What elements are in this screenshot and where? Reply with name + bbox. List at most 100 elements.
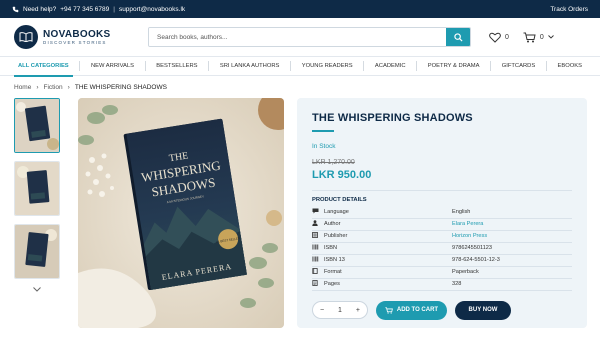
phone-icon <box>12 6 19 12</box>
category-nav: ALL CATEGORIES NEW ARRIVALS BESTSELLERS … <box>0 56 600 77</box>
language-icon <box>312 208 319 214</box>
nav-young-readers[interactable]: YOUNG READERS <box>298 56 357 76</box>
header: NOVABOOKS DISCOVER STORIES 0 0 <box>0 18 600 56</box>
detail-label-isbn: ISBN <box>324 242 452 255</box>
plus-icon[interactable]: + <box>356 307 360 314</box>
product-title: THE WHISPERING SHADOWS <box>312 112 473 124</box>
add-to-cart-label: ADD TO CART <box>396 307 439 313</box>
stock-status: In Stock <box>312 143 336 150</box>
chevron-down-icon[interactable] <box>14 285 60 294</box>
divider <box>363 61 365 71</box>
table-row: Language English <box>312 206 572 219</box>
open-book-icon <box>14 25 38 49</box>
nav-poetry-drama[interactable]: POETRY & DRAMA <box>424 56 484 76</box>
detail-label-pages: Pages <box>324 278 452 291</box>
divider <box>312 190 572 191</box>
detail-label-language: Language <box>324 206 452 219</box>
divider <box>144 61 146 71</box>
product-section: THE WHISPERING SHADOWS A MYSTERIOUS JOUR… <box>0 98 600 328</box>
logo[interactable]: NOVABOOKS DISCOVER STORIES <box>14 25 134 49</box>
book-icon <box>312 268 318 274</box>
quantity-value[interactable]: 1 <box>338 307 342 314</box>
divider: | <box>113 5 115 13</box>
buy-now-button[interactable]: BUY NOW <box>455 300 511 320</box>
sale-price: LKR 950.00 <box>312 169 372 181</box>
search-input[interactable] <box>149 28 446 46</box>
support-email[interactable]: support@novabooks.lk <box>119 6 185 13</box>
thumbnail-1[interactable] <box>14 98 60 153</box>
nav-academic[interactable]: ACADEMIC <box>371 56 410 76</box>
nav-all-categories[interactable]: ALL CATEGORIES <box>14 56 73 77</box>
cart-icon <box>385 306 393 314</box>
breadcrumb-fiction[interactable]: Fiction <box>44 84 63 91</box>
table-row: Publisher Horizon Press <box>312 230 572 243</box>
track-orders-link[interactable]: Track Orders <box>550 6 588 13</box>
cart-icon <box>523 32 536 42</box>
chevron-right-icon: › <box>36 83 39 91</box>
divider <box>490 61 492 71</box>
top-bar: Need help? +94 77 345 6789 | support@nov… <box>0 0 600 18</box>
divider <box>79 61 81 71</box>
user-icon <box>312 220 318 226</box>
detail-value-isbn: 9786245501123 <box>452 242 572 255</box>
add-to-cart-button[interactable]: ADD TO CART <box>376 300 447 320</box>
search-button[interactable] <box>446 28 470 46</box>
table-row: Format Paperback <box>312 266 572 279</box>
minus-icon[interactable]: − <box>320 307 324 314</box>
table-row: ISBN 9786245501123 <box>312 242 572 255</box>
nav-giftcards[interactable]: GIFTCARDS <box>498 56 540 76</box>
divider <box>545 61 547 71</box>
nav-ebooks[interactable]: EBOOKS <box>554 56 586 76</box>
detail-label-format: Format <box>324 266 452 279</box>
brand-name: NOVABOOKS <box>43 29 111 40</box>
title-underline <box>312 130 334 132</box>
breadcrumb-home[interactable]: Home <box>14 84 31 91</box>
dried-flower-decoration <box>266 210 282 226</box>
chevron-down-icon <box>547 35 554 39</box>
detail-label-publisher: Publisher <box>324 230 452 243</box>
barcode-icon <box>312 256 319 262</box>
thumbnail-gallery <box>14 98 60 294</box>
thumbnail-2[interactable] <box>14 161 60 216</box>
breadcrumb: Home › Fiction › THE WHISPERING SHADOWS <box>0 76 600 98</box>
main-product-image[interactable]: THE WHISPERING SHADOWS A MYSTERIOUS JOUR… <box>78 98 284 328</box>
publisher-link[interactable]: Horizon Press <box>452 230 572 243</box>
pages-icon <box>312 280 318 286</box>
detail-label-author: Author <box>324 218 452 231</box>
detail-value-language: English <box>452 206 572 219</box>
detail-value-pages: 328 <box>452 278 572 291</box>
divider <box>416 61 418 71</box>
table-row: ISBN 13 978-624-5501-12-3 <box>312 254 572 267</box>
quantity-stepper[interactable]: − 1 + <box>312 301 368 319</box>
cart-button[interactable]: 0 <box>523 32 554 43</box>
nav-bestsellers[interactable]: BESTSELLERS <box>152 56 201 76</box>
divider <box>208 61 210 71</box>
heart-icon <box>489 32 501 43</box>
search-icon <box>453 32 463 42</box>
help-label: Need help? <box>23 5 57 13</box>
divider <box>290 61 292 71</box>
original-price: LKR 1,270.00 <box>312 159 355 166</box>
breadcrumb-current: THE WHISPERING SHADOWS <box>74 83 167 91</box>
barcode-icon <box>312 244 319 250</box>
detail-label-isbn13: ISBN 13 <box>324 254 452 267</box>
table-row: Pages 328 <box>312 278 572 291</box>
wishlist-count: 0 <box>505 33 509 41</box>
purchase-actions: − 1 + ADD TO CART BUY NOW <box>312 300 572 320</box>
detail-value-format: Paperback <box>452 266 572 279</box>
thumbnail-3[interactable] <box>14 224 60 279</box>
product-info-panel: THE WHISPERING SHADOWS In Stock LKR 1,27… <box>297 98 587 328</box>
table-row: Author Elara Perera <box>312 218 572 231</box>
product-details-table: Language English Author Elara Perera Pub… <box>312 206 572 291</box>
detail-value-isbn13: 978-624-5501-12-3 <box>452 254 572 267</box>
wishlist-button[interactable]: 0 <box>489 32 509 43</box>
brand-tagline: DISCOVER STORIES <box>43 40 107 45</box>
author-link[interactable]: Elara Perera <box>452 218 572 231</box>
phone-number[interactable]: +94 77 345 6789 <box>60 6 109 13</box>
nav-sri-lanka-authors[interactable]: SRI LANKA AUTHORS <box>216 56 284 76</box>
nav-new-arrivals[interactable]: NEW ARRIVALS <box>87 56 138 76</box>
contact-info: Need help? +94 77 345 6789 | support@nov… <box>12 6 185 13</box>
chevron-right-icon: › <box>67 83 70 91</box>
product-details-heading: PRODUCT DETAILS <box>312 197 367 203</box>
publisher-icon <box>312 232 318 238</box>
